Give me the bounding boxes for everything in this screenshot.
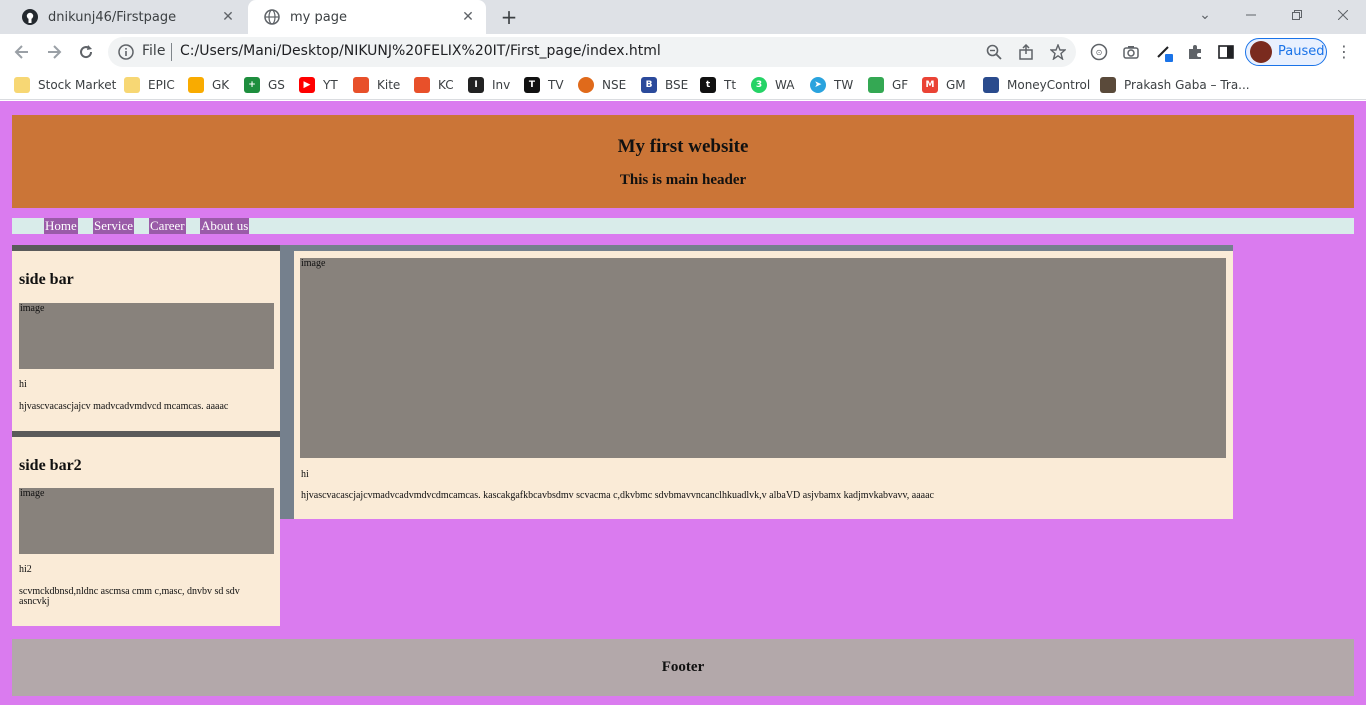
bookmark-prakash-gaba[interactable]: Prakash Gaba – Tra... — [1100, 75, 1250, 95]
url-text[interactable]: C:/Users/Mani/Desktop/NIKUNJ%20FELIX%20I… — [180, 43, 661, 59]
folder-icon — [14, 77, 30, 93]
nav-home-link[interactable]: Home — [44, 218, 78, 234]
bookmark-nse[interactable]: NSE — [578, 75, 626, 95]
site-header: My first website This is main header — [12, 115, 1354, 208]
restore-icon[interactable] — [1274, 0, 1320, 30]
close-tab-icon[interactable]: ✕ — [220, 9, 236, 25]
bse-icon: B — [641, 77, 657, 93]
site-subtitle: This is main header — [619, 172, 747, 188]
profile-status: Paused — [1278, 44, 1325, 59]
bookmark-kc[interactable]: KC — [414, 75, 454, 95]
sidebar-heading-text: hi2 — [19, 564, 32, 575]
sidebar-section-2: side bar2 image hi2 scvmckdbnsd,nldnc as… — [12, 431, 280, 626]
keep-icon — [188, 77, 204, 93]
tab-github[interactable]: dnikunj46/Firstpage ✕ — [6, 0, 246, 34]
eyedropper-extension-icon[interactable] — [1155, 42, 1175, 62]
tab-title: dnikunj46/Firstpage — [48, 9, 177, 25]
site-title: My first website — [617, 136, 749, 157]
moneycontrol-icon — [983, 77, 999, 93]
bookmark-tw[interactable]: ➤ TW — [810, 75, 853, 95]
main-heading-text: hi — [301, 469, 309, 480]
main-column: image hi hjvascvacascjajcvmadvcadvmdvcdm… — [280, 245, 1233, 519]
sidebar-heading-text: hi — [19, 379, 27, 390]
page-viewport: My first website This is main header Hom… — [0, 101, 1366, 705]
back-icon[interactable] — [10, 40, 34, 64]
bookmarks-bar: Stock Market EPIC GK + GS ▶ YT Kite KC I In… — [0, 70, 1366, 100]
divider — [171, 43, 172, 61]
bookmark-stock-market[interactable]: Stock Market — [14, 75, 116, 95]
share-icon[interactable] — [1017, 43, 1035, 61]
site-footer: Footer — [12, 639, 1354, 696]
investing-icon: I — [468, 77, 484, 93]
bookmark-tt[interactable]: t Tt — [700, 75, 736, 95]
sheets-icon: + — [244, 77, 260, 93]
reload-icon[interactable] — [74, 40, 98, 64]
bookmark-epic[interactable]: EPIC — [124, 75, 175, 95]
bookmark-wa[interactable]: 3 WA — [751, 75, 794, 95]
main-image-placeholder: image — [300, 258, 1226, 458]
extension-icon[interactable]: ⊙ — [1089, 42, 1109, 62]
gmail-icon: M — [922, 77, 938, 93]
sidebar-section-1: side bar image hi hjvascvacascjajcv madv… — [12, 245, 280, 431]
sidebar-body-text: hjvascvacascjajcv madvcadvmdvcd mcamcas.… — [19, 401, 229, 412]
nav-about-link[interactable]: About us — [200, 218, 250, 234]
forward-icon[interactable] — [42, 40, 66, 64]
bookmark-star-icon[interactable] — [1049, 43, 1067, 61]
sidebar-image-placeholder: image — [19, 488, 274, 554]
bookmark-yt[interactable]: ▶ YT — [299, 75, 338, 95]
bookmark-tv[interactable]: T TV — [524, 75, 564, 95]
folder-icon — [124, 77, 140, 93]
google-finance-icon — [868, 77, 884, 93]
tab-my-page[interactable]: my page ✕ — [248, 0, 486, 34]
avatar — [1250, 41, 1272, 63]
nav-menu: Home Service Career About us — [12, 218, 1354, 234]
tradingview-icon: T — [524, 77, 540, 93]
bookmark-inv[interactable]: I Inv — [468, 75, 510, 95]
sidebar-title: side bar — [19, 271, 74, 288]
bookmark-kite[interactable]: Kite — [353, 75, 400, 95]
tab-search-chevron-icon[interactable]: ⌄ — [1182, 0, 1228, 30]
zoom-icon[interactable] — [985, 43, 1003, 61]
whatsapp-icon: 3 — [751, 77, 767, 93]
nav-service-link[interactable]: Service — [93, 218, 134, 234]
nse-icon — [578, 77, 594, 93]
main-content: image hi hjvascvacascjajcvmadvcadvmdvcdm… — [294, 251, 1233, 519]
kite-icon — [414, 77, 430, 93]
scheme-label: File — [142, 43, 166, 59]
new-tab-button[interactable]: + — [498, 6, 520, 28]
youtube-icon: ▶ — [299, 77, 315, 93]
kite-icon — [353, 77, 369, 93]
tab-title: my page — [290, 9, 347, 25]
avatar-icon — [1100, 77, 1116, 93]
address-bar[interactable]: File C:/Users/Mani/Desktop/NIKUNJ%20FELI… — [108, 37, 1076, 67]
close-window-icon[interactable] — [1320, 0, 1366, 30]
more-menu-icon[interactable]: ⋮ — [1336, 42, 1352, 62]
sidebar-title: side bar2 — [19, 457, 82, 474]
camera-icon[interactable] — [1121, 42, 1141, 62]
profile-button[interactable]: Paused — [1245, 38, 1327, 66]
bookmark-gk[interactable]: GK — [188, 75, 229, 95]
browser-toolbar: File C:/Users/Mani/Desktop/NIKUNJ%20FELI… — [0, 34, 1366, 70]
tab-strip: dnikunj46/Firstpage ✕ my page ✕ + ⌄ — [0, 0, 1366, 34]
main-body-text: hjvascvacascjajcvmadvcadvmdvcdmcamcas. k… — [301, 490, 934, 501]
sidebar-body-text: scvmckdbnsd,nldnc ascmsa cmm c,masc, dnv… — [19, 586, 240, 607]
puzzle-extensions-icon[interactable] — [1185, 42, 1205, 62]
globe-icon — [264, 9, 280, 25]
footer-title: Footer — [661, 659, 705, 675]
sidebar-image-placeholder: image — [19, 303, 274, 369]
info-icon[interactable] — [118, 44, 134, 60]
tickertape-icon: t — [700, 77, 716, 93]
nav-career-link[interactable]: Career — [149, 218, 186, 234]
github-icon — [22, 9, 38, 25]
bookmark-gs[interactable]: + GS — [244, 75, 285, 95]
bookmark-bse[interactable]: B BSE — [641, 75, 688, 95]
bookmark-gm[interactable]: M GM — [922, 75, 966, 95]
svg-text:⊙: ⊙ — [1096, 48, 1103, 57]
minimize-icon[interactable] — [1228, 0, 1274, 30]
bookmark-moneycontrol[interactable]: MoneyControl — [983, 75, 1090, 95]
close-tab-icon[interactable]: ✕ — [460, 9, 476, 25]
telegram-icon: ➤ — [810, 77, 826, 93]
bookmark-gf[interactable]: GF — [868, 75, 908, 95]
side-panel-icon[interactable] — [1216, 42, 1236, 62]
